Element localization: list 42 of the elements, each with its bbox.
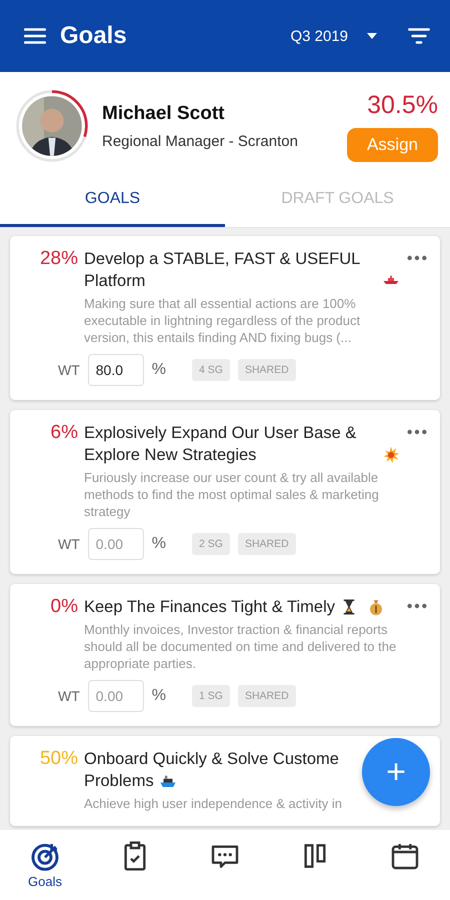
weight-input[interactable]: 0.00	[88, 680, 144, 712]
period-dropdown[interactable]: Q3 2019	[290, 28, 348, 44]
tag: SHARED	[238, 359, 296, 381]
goal-title: Explosively Expand Our User Base & Explore New Strategies	[84, 423, 358, 466]
goal-title: Keep The Finances Tight & Timely	[84, 597, 335, 618]
goal-percent: 0%	[50, 596, 78, 618]
weight-label: WT	[58, 362, 80, 378]
goal-title: Onboard Quickly & Solve Custome	[84, 749, 339, 770]
percent-sign: %	[152, 361, 166, 379]
weight-label: WT	[58, 688, 80, 704]
screen-title: Goals	[60, 22, 128, 50]
weight-input[interactable]: 0.00	[88, 528, 144, 560]
more-icon[interactable]	[406, 602, 428, 610]
goal-card[interactable]	[10, 236, 440, 400]
more-icon[interactable]	[406, 428, 428, 436]
goal-percent: 50%	[38, 748, 78, 770]
money-bag-icon	[367, 598, 385, 616]
weight-input[interactable]: 80.0	[88, 354, 144, 386]
tag: SHARED	[238, 533, 296, 555]
goal-title: Develop a STABLE, FAST & USEFUL Platform	[84, 249, 361, 292]
goal-description: Making sure that all essential actions are 100% executable in lightning regardless of the product version, this entails finding AND fixing bugs (...	[84, 295, 362, 346]
tag: 4 SG	[192, 359, 230, 381]
burst-icon	[382, 446, 400, 464]
goal-title: Problems	[84, 771, 154, 792]
goal-description: Furiously increase our user count & try all available methods to find the most optimal sales & marketing strategy	[84, 469, 380, 520]
score-percent: 30.5%	[367, 90, 438, 120]
goal-description: Monthly invoices, Investor traction & financial reports should all be documented on time and delivered to the appropriate parties.	[84, 621, 398, 672]
more-icon[interactable]	[406, 254, 428, 262]
nav-label[interactable]: Goals	[28, 874, 62, 889]
user-role: Regional Manager - Scranton	[102, 132, 299, 150]
percent-sign: %	[152, 687, 166, 705]
percent-sign: %	[152, 535, 166, 553]
goal-card[interactable]: 6% Explosively Expand Our User Base & Explore New Strategies Furiously increase our user count & try all available methods to find the most optimal sales & marketing strategy WT 0.00 % 2 SG SHARED	[10, 410, 440, 574]
goal-card[interactable]: 0% Keep The Finances Tight & Timely Monthly invoices, Investor traction & financial reports should all be documented on time and delivered to the appropriate parties. WT 0.00 % 1 SG SHARED	[10, 584, 440, 726]
weight-label: WT	[58, 536, 80, 552]
tag: SHARED	[238, 685, 296, 707]
goal-percent: 28%	[38, 248, 78, 270]
goal-description: Achieve high user independence & activity in	[84, 795, 343, 812]
tag: 2 SG	[192, 533, 230, 555]
goal-percent: 6%	[50, 422, 78, 444]
user-name: Michael Scott	[102, 102, 226, 124]
tag: 1 SG	[192, 685, 230, 707]
